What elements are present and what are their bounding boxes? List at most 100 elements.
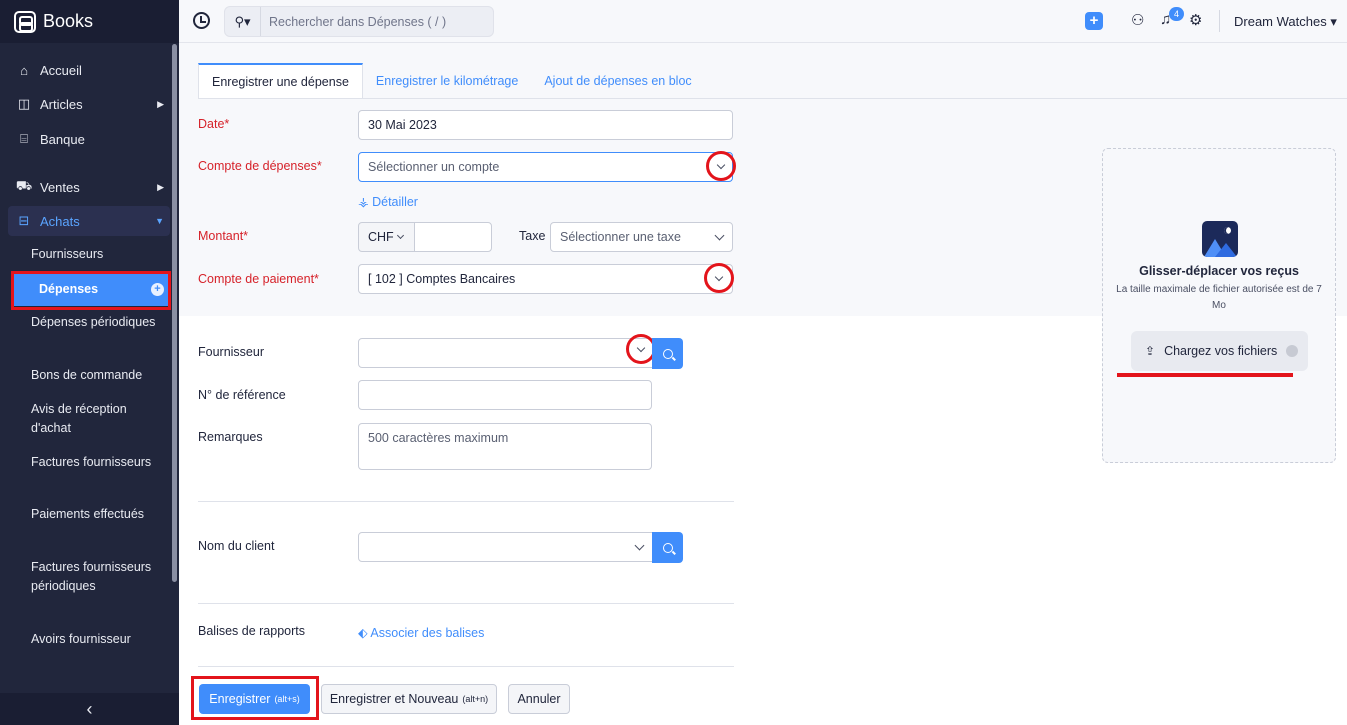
cancel-button[interactable]: Annuler: [508, 684, 570, 714]
highlight-save: [191, 676, 319, 720]
chevron-down-icon: [714, 272, 724, 281]
gear-icon[interactable]: ⚙: [1189, 11, 1202, 29]
chevron-left-icon: ‹: [86, 698, 93, 719]
reporting-tags-label: Balises de rapports: [198, 624, 306, 638]
org-name: Dream Watches: [1234, 14, 1327, 29]
chevron-right-icon: ▶: [157, 181, 164, 192]
upload-title: Glisser-déplacer vos reçus: [1139, 264, 1299, 278]
home-icon: ⌂: [20, 62, 28, 78]
expense-account-dropdown-highlight[interactable]: [706, 151, 736, 181]
box-icon: ◫: [17, 96, 31, 111]
sidebar-item-ventes[interactable]: ⛟ Ventes ▶: [8, 172, 170, 202]
search-input[interactable]: ⚲▾ Rechercher dans Dépenses ( / ): [224, 6, 494, 37]
sidebar-sub-factures-fournisseurs[interactable]: Factures fournisseurs: [31, 453, 169, 472]
sidebar: Books ⌂ Accueil ◫ Articles ▶ ⌸ Banque ⛟ …: [0, 0, 179, 725]
paid-through-select[interactable]: [ 102 ] Comptes Bancaires: [358, 264, 733, 294]
sidebar-scrollbar[interactable]: [172, 44, 177, 582]
tabs: Enregistrer une dépense Enregistrer le k…: [198, 63, 705, 99]
upload-illustration-icon: [1202, 221, 1238, 257]
sidebar-item-label: Accueil: [40, 62, 82, 78]
sidebar-item-label: Ventes: [40, 179, 80, 195]
tax-select[interactable]: Sélectionner une taxe: [550, 222, 733, 252]
reference-label: N° de référence: [198, 388, 286, 402]
upload-icon: ⇪: [1145, 344, 1156, 358]
highlight-depenses: [11, 271, 171, 310]
upload-files-button[interactable]: ⇪ Chargez vos fichiers: [1131, 331, 1308, 371]
tabs-divider: [198, 98, 1347, 99]
sidebar-sub-fournisseurs[interactable]: Fournisseurs: [31, 245, 169, 264]
currency-value: CHF: [368, 230, 394, 244]
notification-badge: 4: [1169, 7, 1184, 21]
search-icon: [662, 348, 673, 359]
sidebar-sub-depenses-periodiques[interactable]: Dépenses périodiques: [31, 313, 169, 332]
sidebar-sub-avoirs-fournisseur[interactable]: Avoirs fournisseur: [31, 630, 169, 649]
section-divider: [198, 666, 734, 667]
search-icon[interactable]: ⚲▾: [225, 7, 261, 36]
topbar: ⚲▾ Rechercher dans Dépenses ( / ) + ⚇ ♫ …: [179, 0, 1347, 43]
recent-history-icon[interactable]: [193, 12, 210, 29]
chevron-down-icon: ▼: [155, 216, 164, 226]
associate-tags-label: Associer des balises: [370, 626, 485, 640]
section-divider: [198, 603, 734, 604]
notes-textarea[interactable]: 500 caractères maximum: [358, 423, 652, 470]
bank-icon: ⌸: [20, 131, 28, 146]
vendor-search-button[interactable]: [652, 338, 683, 369]
upload-button-label: Chargez vos fichiers: [1164, 344, 1278, 358]
tab-bulk-add[interactable]: Ajout de dépenses en bloc: [531, 63, 704, 99]
sidebar-item-label: Achats: [40, 213, 80, 229]
tax-label: Taxe: [519, 229, 546, 243]
reference-input[interactable]: [358, 380, 652, 410]
save-new-shortcut: (alt+n): [462, 694, 489, 704]
chevron-down-icon: [716, 160, 726, 169]
sidebar-sub-avis-reception[interactable]: Avis de réception d'achat: [31, 400, 169, 438]
paid-through-value: [ 102 ] Comptes Bancaires: [368, 272, 516, 286]
hierarchy-icon: ⚶: [358, 195, 369, 209]
cancel-label: Annuler: [517, 692, 561, 706]
customer-label: Nom du client: [198, 539, 275, 553]
save-and-new-button[interactable]: Enregistrer et Nouveau (alt+n): [321, 684, 497, 714]
chevron-down-icon: [396, 231, 405, 240]
tax-placeholder: Sélectionner une taxe: [560, 230, 681, 244]
quick-create-button[interactable]: +: [1085, 12, 1103, 30]
notes-placeholder: 500 caractères maximum: [368, 431, 509, 445]
save-new-label: Enregistrer et Nouveau: [329, 692, 459, 706]
itemize-link[interactable]: ⚶ Détailler: [358, 194, 418, 209]
sidebar-item-achats[interactable]: ⊟ Achats ▼: [8, 206, 170, 236]
users-icon[interactable]: ⚇: [1131, 11, 1144, 29]
paid-through-label: Compte de paiement*: [198, 272, 319, 286]
customer-select[interactable]: [358, 532, 653, 562]
org-switcher[interactable]: Dream Watches ▾: [1234, 14, 1337, 30]
books-logo-icon: [14, 10, 36, 33]
receipt-upload-dropzone[interactable]: Glisser-déplacer vos reçus La taille max…: [1102, 148, 1336, 463]
itemize-link-label: Détailler: [372, 195, 418, 209]
notes-label: Remarques: [198, 430, 263, 444]
sidebar-item-articles[interactable]: ◫ Articles ▶: [8, 89, 170, 119]
chevron-down-icon[interactable]: [1286, 345, 1298, 357]
tab-record-mileage[interactable]: Enregistrer le kilométrage: [363, 63, 531, 99]
currency-select[interactable]: CHF: [358, 222, 415, 252]
upload-subtitle: La taille maximale de fichier autorisée …: [1116, 284, 1322, 311]
customer-search-button[interactable]: [652, 532, 683, 563]
date-label: Date*: [198, 117, 230, 131]
sidebar-item-accueil[interactable]: ⌂ Accueil: [8, 55, 170, 85]
tab-record-expense[interactable]: Enregistrer une dépense: [198, 63, 363, 99]
sidebar-item-label: Articles: [40, 96, 83, 112]
vendor-select[interactable]: [358, 338, 653, 368]
cart-icon: ⛟: [15, 178, 33, 193]
brand[interactable]: Books: [0, 0, 179, 43]
upload-highlight-underline: [1117, 373, 1293, 377]
amount-input[interactable]: [414, 222, 492, 252]
sidebar-sub-factures-periodiques[interactable]: Factures fournisseurs périodiques: [31, 558, 169, 596]
chevron-down-icon: [714, 230, 725, 241]
paid-through-dropdown-highlight[interactable]: [704, 263, 734, 293]
sidebar-sub-bons-de-commande[interactable]: Bons de commande: [31, 366, 169, 385]
chevron-right-icon: ▶: [157, 98, 164, 109]
sidebar-sub-paiements-effectues[interactable]: Paiements effectués: [31, 505, 169, 524]
collapse-sidebar-button[interactable]: ‹: [0, 693, 179, 725]
sidebar-item-banque[interactable]: ⌸ Banque: [8, 124, 170, 154]
date-field[interactable]: 30 Mai 2023: [358, 110, 733, 140]
expense-account-placeholder: Sélectionner un compte: [368, 160, 500, 174]
sidebar-item-label: Banque: [40, 131, 85, 147]
associate-tags-link[interactable]: ⬖ Associer des balises: [358, 625, 484, 640]
expense-account-select[interactable]: Sélectionner un compte: [358, 152, 733, 182]
